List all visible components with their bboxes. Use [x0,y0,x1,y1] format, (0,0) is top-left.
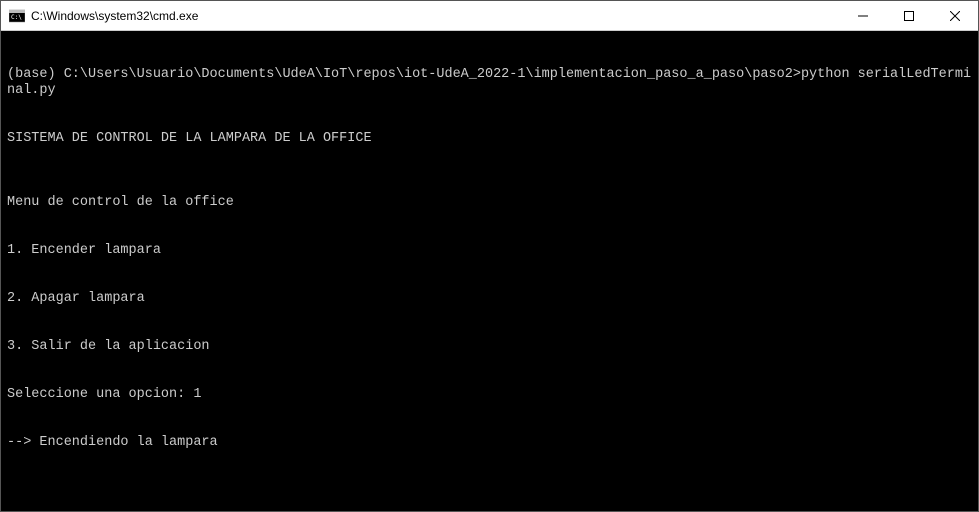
titlebar[interactable]: C:\ C:\Windows\system32\cmd.exe [1,1,978,31]
menu-option-2: 2. Apagar lampara [7,291,972,307]
cmd-window: C:\ C:\Windows\system32\cmd.exe (base) C… [0,0,979,512]
menu-title: Menu de control de la office [7,195,972,211]
app-header: SISTEMA DE CONTROL DE LA LAMPARA DE LA O… [7,131,972,147]
menu-option-1: 1. Encender lampara [7,243,972,259]
minimize-button[interactable] [840,1,886,30]
prompt-text: (base) C:\Users\Usuario\Documents\UdeA\I… [7,67,801,82]
terminal-output[interactable]: (base) C:\Users\Usuario\Documents\UdeA\I… [1,31,978,511]
titlebar-left: C:\ C:\Windows\system32\cmd.exe [9,8,198,24]
blank-line [7,483,972,499]
select-line-1: Seleccione una opcion: 1 [7,387,972,403]
menu-option-3: 3. Salir de la aplicacion [7,339,972,355]
titlebar-controls [840,1,978,30]
window-title: C:\Windows\system32\cmd.exe [31,9,198,23]
maximize-button[interactable] [886,1,932,30]
cmd-icon: C:\ [9,8,25,24]
prompt-command-line: (base) C:\Users\Usuario\Documents\UdeA\I… [7,67,972,99]
user-input-1: 1 [193,387,201,402]
select-prompt: Seleccione una opcion: [7,387,193,402]
close-button[interactable] [932,1,978,30]
svg-text:C:\: C:\ [11,14,22,21]
response-1: --> Encendiendo la lampara [7,435,972,451]
